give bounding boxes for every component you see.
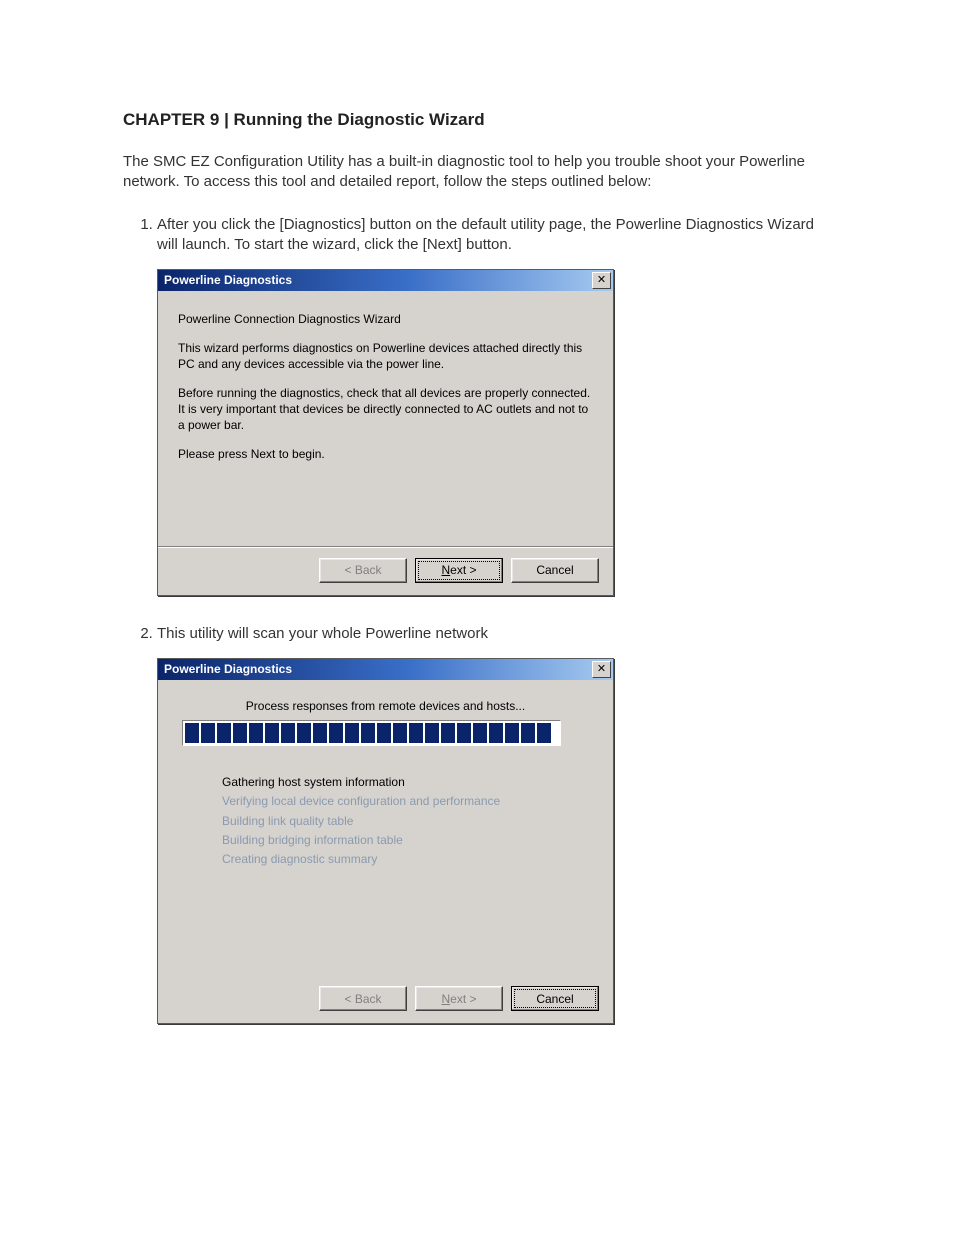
step-2: This utility will scan your whole Powerl…: [157, 624, 831, 1024]
next-rest: ext >: [450, 991, 476, 1007]
dialog-1-body: Powerline Connection Diagnostics Wizard …: [158, 291, 613, 487]
dialog-2-wrap: Powerline Diagnostics ✕ Process response…: [157, 658, 831, 1024]
status-text: Process responses from remote devices an…: [174, 698, 597, 714]
dialog-1-titlebar: Powerline Diagnostics ✕: [158, 270, 613, 291]
dialog-2-title: Powerline Diagnostics: [164, 661, 592, 677]
task-item: Creating diagnostic summary: [222, 851, 597, 867]
next-accel: N: [441, 991, 450, 1007]
dialog-2-body: Process responses from remote devices an…: [158, 680, 613, 880]
wizard-para-3: Please press Next to begin.: [178, 447, 593, 463]
back-button: < Back: [319, 986, 407, 1011]
task-item: Building link quality table: [222, 813, 597, 829]
dialog-1-buttons: < Back Next > Cancel: [158, 547, 613, 595]
step-1: After you click the [Diagnostics] button…: [157, 215, 831, 596]
task-item: Gathering host system information: [222, 774, 597, 790]
next-rest: ext >: [450, 562, 476, 578]
dialog-2-titlebar: Powerline Diagnostics ✕: [158, 659, 613, 680]
step-2-text: This utility will scan your whole Powerl…: [157, 625, 488, 642]
document-page: CHAPTER 9 | Running the Diagnostic Wizar…: [0, 0, 954, 1235]
task-item: Building bridging information table: [222, 832, 597, 848]
progress-bar: [182, 720, 561, 746]
dialog-1-wrap: Powerline Diagnostics ✕ Powerline Connec…: [157, 269, 831, 596]
back-button: < Back: [319, 558, 407, 583]
dialog-2: Powerline Diagnostics ✕ Process response…: [157, 658, 614, 1024]
close-icon[interactable]: ✕: [592, 661, 611, 678]
wizard-para-1: This wizard performs diagnostics on Powe…: [178, 341, 593, 372]
next-accel: N: [441, 562, 450, 578]
cancel-button[interactable]: Cancel: [511, 986, 599, 1011]
intro-paragraph: The SMC EZ Configuration Utility has a b…: [123, 152, 831, 193]
next-button[interactable]: Next >: [415, 558, 503, 583]
cancel-button[interactable]: Cancel: [511, 558, 599, 583]
dialog-1: Powerline Diagnostics ✕ Powerline Connec…: [157, 269, 614, 596]
task-item: Verifying local device configuration and…: [222, 793, 597, 809]
dialog-1-title: Powerline Diagnostics: [164, 272, 592, 288]
close-icon[interactable]: ✕: [592, 272, 611, 289]
step-list: After you click the [Diagnostics] button…: [123, 215, 831, 1025]
wizard-para-2: Before running the diagnostics, check th…: [178, 386, 593, 433]
next-button: Next >: [415, 986, 503, 1011]
wizard-heading: Powerline Connection Diagnostics Wizard: [178, 311, 593, 327]
task-list: Gathering host system information Verify…: [222, 774, 597, 867]
dialog-2-buttons: < Back Next > Cancel: [158, 976, 613, 1023]
chapter-title: CHAPTER 9 | Running the Diagnostic Wizar…: [123, 110, 831, 130]
step-1-text: After you click the [Diagnostics] button…: [157, 216, 814, 253]
